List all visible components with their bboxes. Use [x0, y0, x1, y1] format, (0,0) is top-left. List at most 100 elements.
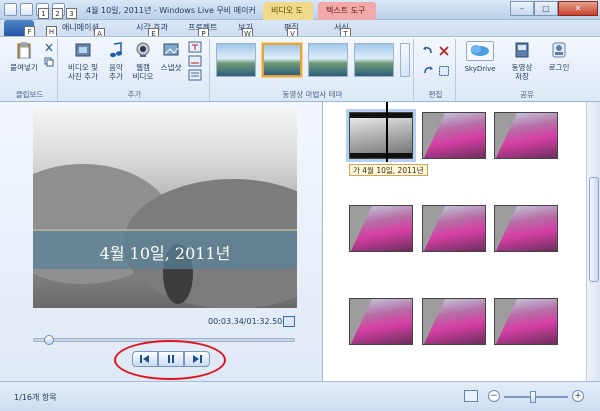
add-music-label: 음악 [109, 63, 123, 72]
fullscreen-icon[interactable] [283, 316, 295, 327]
context-tab-text-tools[interactable]: 텍스트 도구 [318, 2, 376, 20]
snapshot-button[interactable]: 스냅샷 [158, 41, 184, 72]
music-note-icon [110, 42, 122, 58]
context-tab-video-tools[interactable]: 비디오 도구 [263, 2, 313, 33]
add-music-label-2: 추가 [109, 72, 123, 81]
zoom-slider[interactable] [504, 396, 568, 398]
theme-thumbnail[interactable] [308, 43, 348, 77]
maximize-button[interactable]: □ [534, 1, 558, 16]
theme-thumbnail-selected[interactable] [262, 43, 302, 77]
transition-icon [495, 206, 517, 251]
rotate-left-icon[interactable] [422, 45, 434, 57]
save-movie-icon [515, 42, 529, 58]
scrollbar-thumb[interactable] [589, 177, 599, 282]
preview-monitor[interactable]: 4월 10일, 2011년 [33, 109, 297, 308]
item-count: 1/16개 항목 [14, 393, 57, 402]
preview-pane: 4월 10일, 2011년 00:03.34/01:32.50 [0, 102, 323, 381]
transition-icon [350, 206, 372, 251]
remove-icon[interactable] [438, 45, 450, 57]
storyboard-clip[interactable] [422, 112, 486, 159]
save-movie-label: 동영상 [511, 63, 533, 72]
sign-in-label: 로그인 [548, 63, 570, 72]
transition-icon [423, 206, 445, 251]
skydrive-button[interactable]: SkyDrive [460, 41, 500, 74]
storyboard-clip[interactable] [422, 205, 486, 252]
status-bar: 1/16개 항목 − + [0, 381, 600, 411]
add-video-label: 비디오 및 [68, 63, 98, 72]
add-video-label-2: 사진 추가 [68, 72, 98, 81]
skydrive-icon [466, 41, 494, 61]
storyboard: 가 4월 10일, 2011년 [324, 102, 586, 381]
title-bar: 4월 10일, 2011년 - Windows Live 무비 메이커 비디오 … [0, 0, 600, 33]
film-strip [350, 153, 412, 158]
theme-thumbnail[interactable] [216, 43, 256, 77]
zoom-in-button[interactable]: + [572, 390, 584, 402]
webcam-video-button[interactable]: 웹캠 비디오 [130, 41, 156, 81]
keytip: 3 [66, 8, 77, 19]
rotate-right-icon[interactable] [422, 65, 434, 77]
keytip: 2 [52, 8, 63, 19]
add-group-label: 추가 [127, 90, 142, 99]
auto-movie-themes-group: 동영상 마법사 테마 [212, 39, 414, 101]
snapshot-label: 스냅샷 [160, 63, 182, 72]
storyboard-clip[interactable] [349, 298, 413, 345]
skydrive-label: SkyDrive [464, 65, 496, 73]
credits-icon[interactable] [188, 69, 202, 81]
storyboard-clip[interactable] [422, 298, 486, 345]
film-photo-icon [75, 43, 91, 57]
workspace: 4월 10일, 2011년 00:03.34/01:32.50 가 4월 10일… [0, 102, 600, 381]
thumbnail-view-icon[interactable] [464, 390, 478, 402]
clipboard-group-label: 클립보드 [15, 90, 44, 99]
window-title: 4월 10일, 2011년 - Windows Live 무비 메이커 [86, 6, 256, 15]
storyboard-clip[interactable] [494, 112, 558, 159]
caption-text[interactable]: 4월 10일, 2011년 [33, 240, 297, 264]
storyboard-clip[interactable] [349, 205, 413, 252]
ribbon: 붙여넣기 클립보드 비디오 및 사진 추가 음악 추가 웹캠 비디오 스냅샷 추… [0, 36, 600, 102]
transition-icon [423, 113, 445, 158]
save-icon[interactable] [4, 3, 17, 16]
caption-icon[interactable] [188, 55, 202, 67]
snapshot-icon [163, 43, 179, 56]
seek-thumb[interactable] [44, 335, 54, 345]
theme-thumbnail[interactable] [354, 43, 394, 77]
highlight-annotation [114, 340, 226, 380]
keytip: 1 [38, 8, 49, 19]
ribbon-tab-row: 애니메이션 시각 효과 프로젝트 보기 편집 서식 [0, 20, 600, 36]
close-button[interactable]: ✕ [558, 1, 598, 16]
select-all-icon[interactable] [438, 65, 450, 77]
copy-icon[interactable] [44, 57, 54, 67]
transition-icon [495, 299, 517, 344]
zoom-out-button[interactable]: − [488, 390, 500, 402]
transition-icon [350, 299, 372, 344]
clipboard-group: 붙여넣기 클립보드 [2, 39, 58, 101]
cut-icon[interactable] [44, 43, 54, 53]
film-strip [350, 113, 412, 118]
storyboard-clip[interactable] [494, 298, 558, 345]
caption-chip[interactable]: 가 4월 10일, 2011년 [349, 164, 428, 176]
timecode: 00:03.34/01:32.50 [208, 317, 283, 326]
window-controls: – □ ✕ [510, 1, 598, 16]
zoom-slider-thumb[interactable] [530, 391, 536, 403]
save-movie-label-2: 저장 [515, 72, 529, 81]
minimize-button[interactable]: – [510, 1, 534, 16]
webcam-label-2: 비디오 [132, 72, 154, 81]
storyboard-clip-selected[interactable] [349, 112, 413, 159]
webcam-icon [136, 42, 150, 57]
transition-icon [423, 299, 445, 344]
themes-group-label: 동영상 마법사 테마 [282, 90, 343, 99]
save-movie-button[interactable]: 동영상 저장 [506, 41, 538, 81]
add-video-photos-button[interactable]: 비디오 및 사진 추가 [64, 41, 102, 81]
paste-button[interactable]: 붙여넣기 [8, 41, 40, 72]
sign-in-button[interactable]: 로그인 [544, 41, 574, 72]
theme-gallery-scroll[interactable] [400, 43, 410, 77]
sign-in-icon [552, 42, 566, 58]
title-icon[interactable] [188, 41, 202, 53]
storyboard-clip[interactable] [494, 205, 558, 252]
editing-group: 편집 [416, 39, 456, 101]
share-group: SkyDrive 동영상 저장 로그인 공유 [458, 39, 596, 101]
add-music-button[interactable]: 음악 추가 [104, 41, 128, 81]
transition-icon [495, 113, 517, 158]
undo-icon[interactable] [20, 3, 33, 16]
storyboard-scrollbar[interactable] [586, 102, 600, 381]
playhead[interactable] [386, 102, 388, 162]
